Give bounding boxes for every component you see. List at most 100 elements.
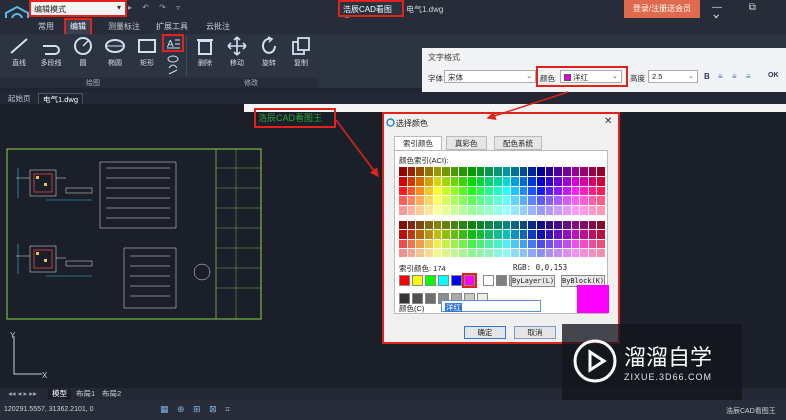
aci-color-cell[interactable] — [407, 186, 416, 196]
aci-color-cell[interactable] — [485, 248, 493, 257]
aci-color-cell[interactable] — [476, 248, 485, 257]
aci-color-cell[interactable] — [562, 196, 571, 206]
bold-button[interactable]: B — [704, 72, 710, 81]
aci-color-cell[interactable] — [580, 248, 588, 257]
aci-color-cell[interactable] — [511, 186, 519, 196]
aci-color-cell[interactable] — [571, 239, 580, 248]
aci-color-cell[interactable] — [562, 186, 571, 196]
aci-color-cell[interactable] — [407, 239, 416, 248]
aci-color-cell[interactable] — [562, 230, 571, 239]
aci-color-cell[interactable] — [597, 248, 605, 257]
aci-color-cell[interactable] — [416, 186, 424, 196]
aci-color-cell[interactable] — [416, 248, 424, 257]
aci-color-cell[interactable] — [476, 167, 485, 176]
aci-color-cell[interactable] — [399, 248, 407, 257]
cancel-button[interactable]: 取消 — [514, 326, 556, 339]
aci-color-cell[interactable] — [554, 206, 562, 215]
aci-color-cell[interactable] — [407, 206, 416, 215]
aci-color-cell[interactable] — [459, 186, 467, 196]
aci-color-cell[interactable] — [502, 239, 511, 248]
move-button[interactable]: 移动 — [222, 36, 252, 68]
aci-color-cell[interactable] — [537, 196, 545, 206]
tab-edit[interactable]: 编辑 — [64, 18, 92, 36]
aci-color-cell[interactable] — [442, 167, 450, 176]
aci-color-cell[interactable] — [485, 176, 493, 186]
aci-color-cell[interactable] — [537, 248, 545, 257]
aci-color-cell[interactable] — [399, 230, 407, 239]
aci-color-cell[interactable] — [554, 248, 562, 257]
aci-color-cell[interactable] — [442, 196, 450, 206]
aci-color-cell[interactable] — [433, 206, 442, 215]
aci-color-cell[interactable] — [511, 221, 519, 230]
polyline-button[interactable]: 多段线 — [36, 36, 66, 68]
aci-color-cell[interactable] — [545, 248, 554, 257]
aci-color-cell[interactable] — [416, 167, 424, 176]
aci-color-cell[interactable] — [399, 206, 407, 215]
canvas-text-entity[interactable]: 浩辰CAD看图王 — [254, 108, 336, 128]
aci-color-cell[interactable] — [493, 248, 502, 257]
aci-color-cell[interactable] — [407, 176, 416, 186]
aci-color-cell[interactable] — [580, 206, 588, 215]
aci-color-cell[interactable] — [502, 206, 511, 215]
aci-color-cell[interactable] — [537, 167, 545, 176]
aci-color-cell[interactable] — [597, 186, 605, 196]
line-button[interactable]: 直线 — [4, 36, 34, 68]
aci-color-cell[interactable] — [571, 206, 580, 215]
color-swatch-cyan[interactable] — [438, 275, 449, 286]
aci-color-cell[interactable] — [554, 186, 562, 196]
aci-color-cell[interactable] — [502, 230, 511, 239]
aci-color-cell[interactable] — [468, 167, 476, 176]
aci-color-cell[interactable] — [416, 221, 424, 230]
color-swatch-blue[interactable] — [451, 275, 462, 286]
aci-color-cell[interactable] — [459, 206, 467, 215]
aci-color-cell[interactable] — [450, 196, 459, 206]
aci-color-cell[interactable] — [407, 248, 416, 257]
aci-color-cell[interactable] — [597, 176, 605, 186]
status-toggle-icons[interactable]: ▦ ⊕ ⊞ ⊠ ⌗ — [160, 404, 233, 415]
aci-color-cell[interactable] — [511, 248, 519, 257]
circle-button[interactable]: 圆 — [68, 36, 98, 68]
aci-color-cell[interactable] — [519, 206, 528, 215]
copy-button[interactable]: 复制 — [286, 36, 316, 68]
aci-color-cell[interactable] — [493, 239, 502, 248]
aci-color-cell[interactable] — [468, 186, 476, 196]
aci-color-cell[interactable] — [597, 167, 605, 176]
rectangle-button[interactable]: 矩形 — [132, 36, 162, 68]
aci-color-cell[interactable] — [476, 221, 485, 230]
aci-color-cell[interactable] — [476, 196, 485, 206]
mode-select[interactable]: 编辑模式 ▾ — [29, 0, 127, 17]
aci-color-cell[interactable] — [519, 176, 528, 186]
tab-layout2[interactable]: 布局2 — [98, 389, 125, 399]
curve-tools-icon[interactable] — [166, 54, 180, 76]
aci-color-cell[interactable] — [476, 239, 485, 248]
aci-color-cell[interactable] — [468, 239, 476, 248]
tab-nav-arrows[interactable]: ◂◂ ◂ ▸ ▸▸ — [4, 389, 41, 399]
aci-color-cell[interactable] — [571, 196, 580, 206]
aci-color-cell[interactable] — [485, 230, 493, 239]
aci-color-cell[interactable] — [545, 186, 554, 196]
aci-color-cell[interactable] — [554, 230, 562, 239]
aci-color-cell[interactable] — [468, 176, 476, 186]
aci-color-cell[interactable] — [571, 230, 580, 239]
aci-color-cell[interactable] — [502, 248, 511, 257]
aci-color-cell[interactable] — [562, 239, 571, 248]
aci-color-cell[interactable] — [468, 196, 476, 206]
color-swatch-yellow[interactable] — [412, 275, 423, 286]
aci-color-cell[interactable] — [424, 186, 433, 196]
align-right-icon[interactable]: ≡ — [746, 72, 751, 81]
aci-color-cell[interactable] — [485, 186, 493, 196]
aci-color-cell[interactable] — [485, 206, 493, 215]
aci-color-cell[interactable] — [442, 248, 450, 257]
aci-color-cell[interactable] — [528, 239, 536, 248]
aci-color-cell[interactable] — [424, 239, 433, 248]
aci-color-cell[interactable] — [459, 239, 467, 248]
aci-color-cell[interactable] — [450, 230, 459, 239]
tab-measure[interactable]: 测量标注 — [104, 20, 144, 34]
aci-color-cell[interactable] — [493, 167, 502, 176]
aci-color-cell[interactable] — [580, 186, 588, 196]
aci-color-cell[interactable] — [399, 167, 407, 176]
aci-color-cell[interactable] — [493, 206, 502, 215]
aci-color-cell[interactable] — [502, 196, 511, 206]
tab-extend-tools[interactable]: 扩展工具 — [152, 20, 192, 34]
doc-tab-start[interactable]: 起始页 — [4, 93, 35, 104]
